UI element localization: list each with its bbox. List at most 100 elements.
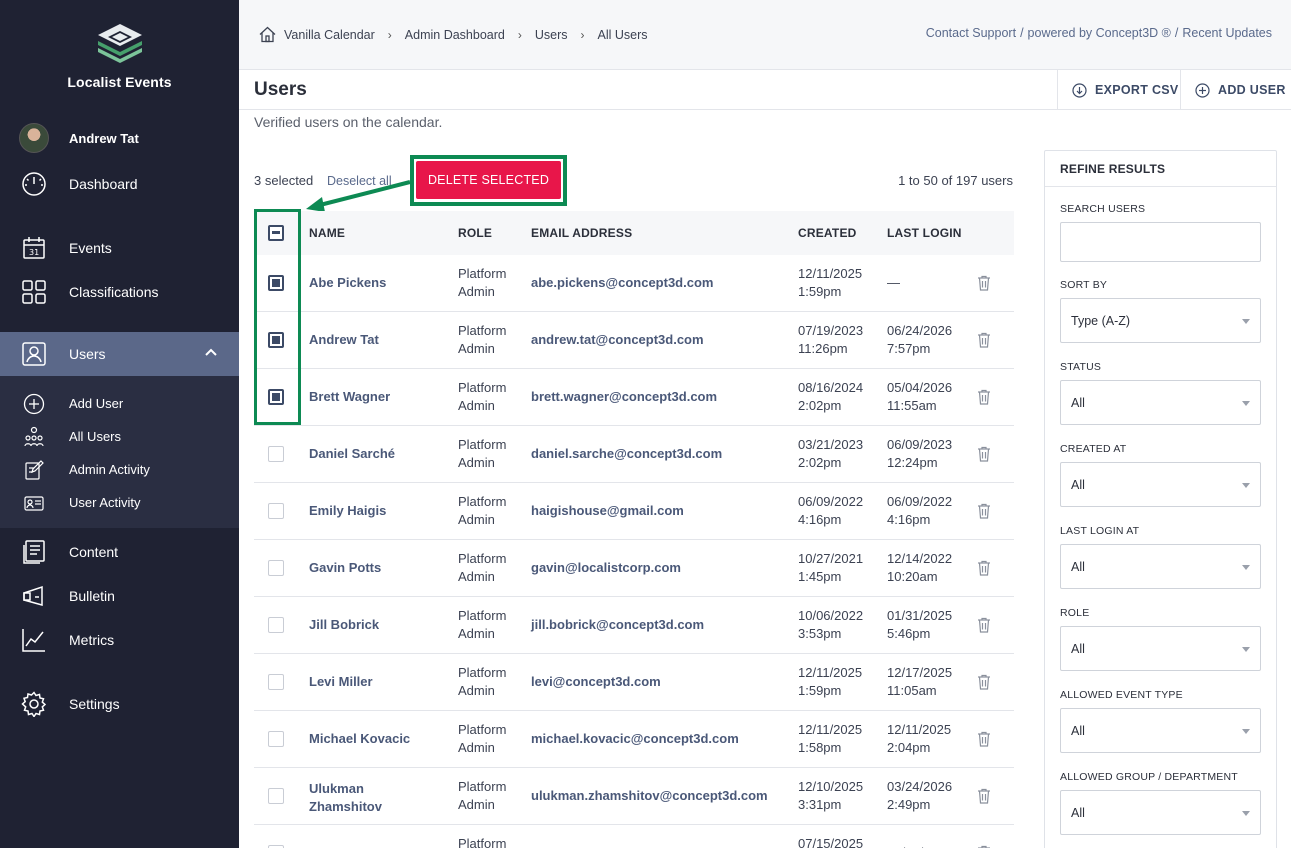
trash-icon[interactable]: [977, 446, 991, 467]
home-icon[interactable]: [259, 26, 276, 43]
sidebar-item-user-activity[interactable]: User Activity: [0, 486, 239, 519]
contact-support-link[interactable]: Contact Support: [926, 26, 1016, 40]
user-name-link[interactable]: Daniel Sarché: [309, 445, 395, 463]
filter-select[interactable]: All: [1060, 708, 1261, 753]
role-line: Platform: [458, 551, 507, 566]
row-checkbox[interactable]: [268, 503, 284, 519]
trash-icon[interactable]: [977, 560, 991, 581]
breadcrumb-admin-dashboard[interactable]: Admin Dashboard: [405, 28, 505, 42]
table-header: NAME ROLE EMAIL ADDRESS CREATED LAST LOG…: [254, 211, 1014, 255]
sidebar-item-all-users[interactable]: All Users: [0, 420, 239, 453]
breadcrumb-calendar[interactable]: Vanilla Calendar: [284, 28, 375, 42]
table-row: Emily Haigis Platform Admin haigishouse@gma…: [254, 483, 1014, 540]
table-row: Michael Kovacic Platform Admin michael.kova…: [254, 711, 1014, 768]
sidebar-item-dashboard[interactable]: Dashboard: [0, 162, 239, 206]
filter-select[interactable]: All: [1060, 462, 1261, 507]
email-link[interactable]: levi@concept3d.com: [531, 673, 661, 691]
sidebar-item-classifications[interactable]: Classifications: [0, 270, 239, 314]
row-checkbox[interactable]: [268, 674, 284, 690]
user-name-link[interactable]: Levi Miller: [309, 673, 373, 691]
row-checkbox[interactable]: [268, 560, 284, 576]
user-name-link[interactable]: Michael Kovacic: [309, 730, 410, 748]
trash-icon[interactable]: [977, 674, 991, 695]
filter-select[interactable]: All: [1060, 626, 1261, 671]
email-link[interactable]: brett.wagner@concept3d.com: [531, 388, 717, 406]
row-checkbox[interactable]: [268, 446, 284, 462]
line-chart-icon: [21, 627, 47, 653]
filter-label: ROLE: [1060, 607, 1090, 619]
export-csv-button[interactable]: EXPORT CSV: [1057, 70, 1181, 110]
sidebar-item-settings[interactable]: Settings: [0, 682, 239, 726]
row-checkbox[interactable]: [268, 788, 284, 804]
last-login-date: 06/09/2023: [887, 437, 953, 452]
user-name-link[interactable]: Emily Haigis: [309, 502, 386, 520]
role-line: Platform: [458, 380, 507, 395]
svg-text:31: 31: [29, 248, 39, 257]
trash-icon[interactable]: [977, 731, 991, 752]
breadcrumb-all-users[interactable]: All Users: [598, 28, 648, 42]
sidebar-user-profile[interactable]: Andrew Tat: [0, 116, 239, 160]
sidebar-item-add-user[interactable]: Add User: [0, 387, 239, 420]
created-cell: 08/16/2024 2:02pm: [798, 379, 863, 415]
table-row: Daniel Sarché Platform Admin daniel.sarche@…: [254, 426, 1014, 483]
filter-select[interactable]: All: [1060, 790, 1261, 835]
filter-select[interactable]: Type (A-Z): [1060, 298, 1261, 343]
column-created[interactable]: CREATED: [798, 226, 857, 240]
row-checkbox[interactable]: [268, 731, 284, 747]
trash-icon[interactable]: [977, 617, 991, 638]
created-cell: 07/15/2025: [798, 835, 863, 848]
user-name-link[interactable]: Jill Bobrick: [309, 616, 379, 634]
filter-select[interactable]: All: [1060, 544, 1261, 589]
role-line: Platform: [458, 608, 507, 623]
trash-icon[interactable]: [977, 275, 991, 296]
user-name-link[interactable]: Abe Pickens: [309, 274, 386, 292]
email-link[interactable]: ulukman.zhamshitov@concept3d.com: [531, 787, 768, 805]
user-name-link[interactable]: Gavin Potts: [309, 559, 381, 577]
last-login-time: 5:46pm: [887, 626, 931, 641]
user-name-link[interactable]: Ulukman Zhamshitov: [309, 780, 382, 816]
recent-updates-link[interactable]: Recent Updates: [1182, 26, 1272, 40]
sidebar-item-bulletin[interactable]: Bulletin: [0, 574, 239, 618]
email-link[interactable]: gavin@localistcorp.com: [531, 559, 681, 577]
sidebar-item-users[interactable]: Users: [0, 332, 239, 376]
row-checkbox[interactable]: [268, 617, 284, 633]
created-time: 1:59pm: [798, 683, 842, 698]
email-link[interactable]: haigishouse@gmail.com: [531, 502, 684, 520]
email-link[interactable]: abe.pickens@concept3d.com: [531, 274, 713, 292]
column-last-login[interactable]: LAST LOGIN: [887, 226, 962, 240]
email-link[interactable]: michael.kovacic@concept3d.com: [531, 730, 739, 748]
gear-icon: [21, 691, 47, 717]
trash-icon[interactable]: [977, 332, 991, 353]
user-name-link[interactable]: Brett Wagner: [309, 388, 390, 406]
annotation-arrow-icon: [306, 180, 411, 212]
column-role[interactable]: ROLE: [458, 226, 492, 240]
sidebar-item-metrics[interactable]: Metrics: [0, 618, 239, 662]
filter-label: ALLOWED EVENT TYPE: [1060, 689, 1183, 701]
sidebar-item-content[interactable]: Content: [0, 530, 239, 574]
search-users-input[interactable]: [1060, 222, 1261, 262]
trash-icon[interactable]: [977, 389, 991, 410]
table-row: Platform 07/15/2025 07/16/2026: [254, 825, 1014, 848]
sidebar-item-admin-activity[interactable]: Admin Activity: [0, 453, 239, 486]
sidebar-item-events[interactable]: 31 Events: [0, 226, 239, 270]
user-name-link[interactable]: Andrew Tat: [309, 331, 379, 349]
trash-icon[interactable]: [977, 788, 991, 809]
role-cell: Platform Admin: [458, 436, 506, 472]
trash-icon[interactable]: [977, 503, 991, 524]
email-link[interactable]: jill.bobrick@concept3d.com: [531, 616, 704, 634]
table-row: Abe Pickens Platform Admin abe.pickens@conc…: [254, 255, 1014, 312]
email-link[interactable]: daniel.sarche@concept3d.com: [531, 445, 722, 463]
powered-by-link[interactable]: powered by Concept3D ®: [1028, 26, 1171, 40]
last-login-cell: 12/17/2025 11:05am: [887, 664, 952, 700]
column-name[interactable]: NAME: [309, 226, 345, 240]
brand[interactable]: Localist Events: [0, 22, 239, 90]
column-email[interactable]: EMAIL ADDRESS: [531, 226, 632, 240]
last-login-date: 12/14/2022: [887, 551, 953, 566]
delete-selected-button[interactable]: DELETE SELECTED: [416, 161, 561, 199]
email-link[interactable]: andrew.tat@concept3d.com: [531, 331, 704, 349]
add-user-label: ADD USER: [1218, 83, 1286, 97]
add-user-button[interactable]: ADD USER: [1180, 70, 1291, 110]
divider: [1045, 186, 1276, 187]
filter-select[interactable]: All: [1060, 380, 1261, 425]
breadcrumb-users[interactable]: Users: [535, 28, 568, 42]
